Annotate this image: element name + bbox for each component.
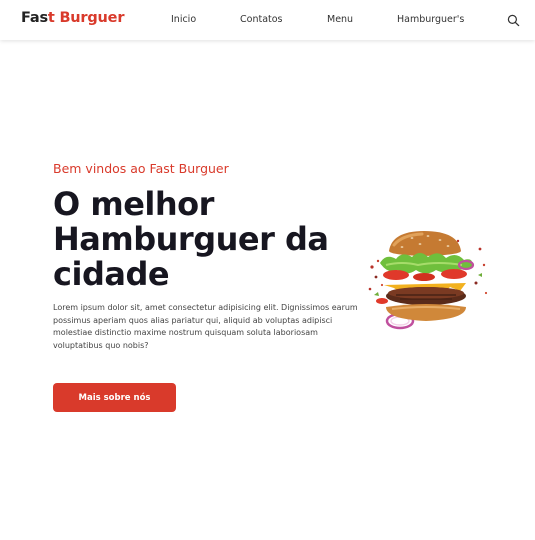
about-button[interactable]: Mais sobre nós [53, 383, 176, 412]
logo[interactable]: Fast Burguer [21, 10, 124, 26]
hero-description: Lorem ipsum dolor sit, amet consectetur … [53, 303, 358, 350]
nav-link-inicio[interactable]: Inicio [171, 14, 196, 25]
navbar: Fast Burguer Inicio Contatos Menu Hambur… [0, 0, 535, 40]
patty [386, 287, 466, 305]
nav-link-hamburguers[interactable]: Hamburguer's [397, 14, 464, 25]
search-button[interactable] [507, 12, 520, 27]
logo-part-red: t Burguer [47, 10, 125, 26]
flying-tomato [376, 298, 388, 304]
logo-part-dark: Fas [21, 10, 48, 26]
nav-link-contatos[interactable]: Contatos [240, 14, 283, 25]
burger-image [368, 231, 488, 330]
top-bun [389, 231, 461, 256]
search-icon [507, 14, 520, 27]
hero-subtitle: Bem vindos ao Fast Burguer [53, 161, 229, 176]
hero-title: O melhor Hamburguer da cidade [53, 185, 329, 293]
nav-link-menu[interactable]: Menu [327, 14, 353, 25]
bottom-bun [386, 304, 466, 321]
